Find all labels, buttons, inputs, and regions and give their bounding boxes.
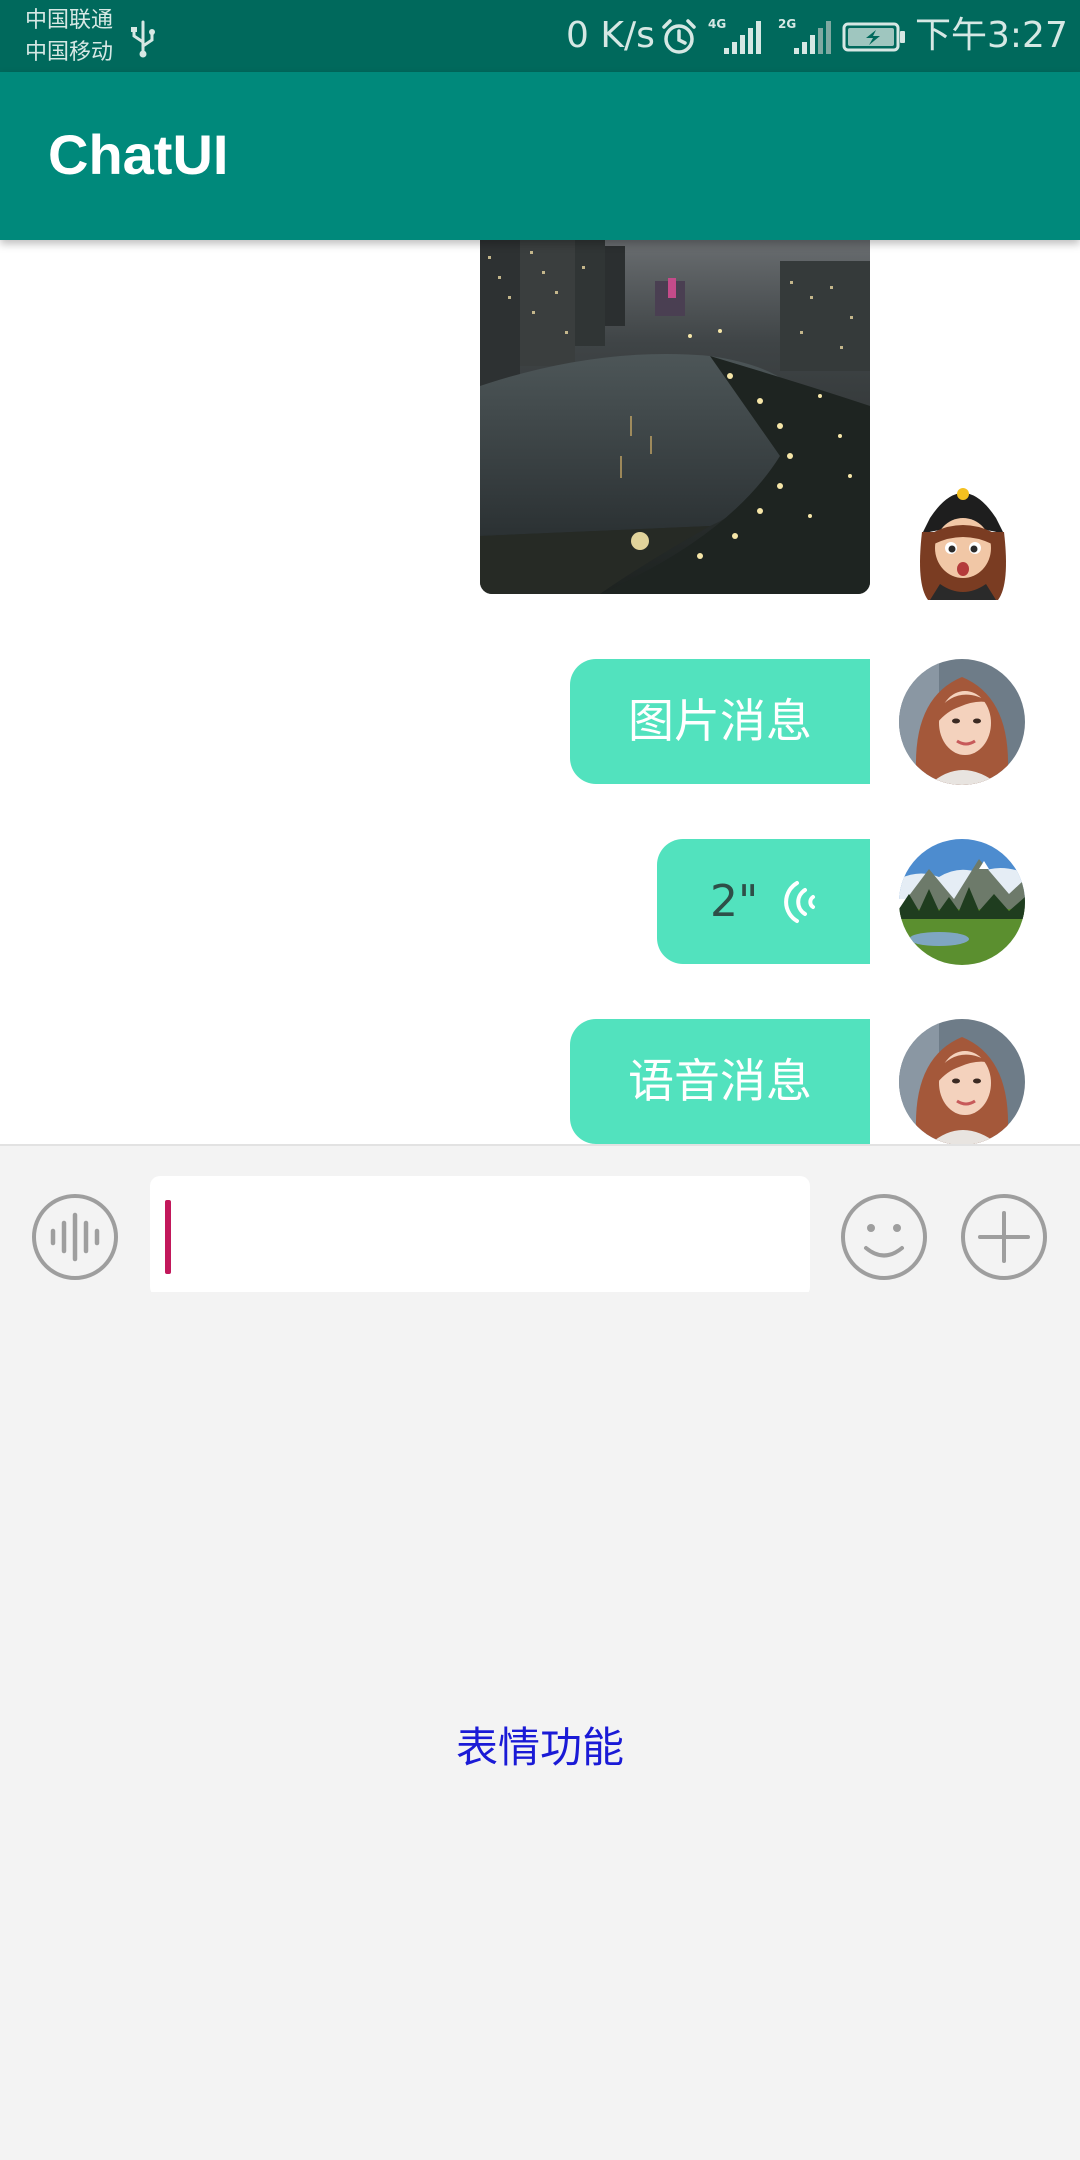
emoji-panel-label: 表情功能 bbox=[455, 1723, 624, 1772]
plus-circle-icon[interactable] bbox=[960, 1193, 1048, 1281]
signal-2g-icon: 2G bbox=[778, 17, 831, 54]
landscape-photo-icon bbox=[899, 839, 1025, 965]
signal-2g-label: 2G bbox=[778, 17, 796, 31]
voice-message-bubble[interactable]: 2" bbox=[657, 839, 870, 964]
message-input-bar bbox=[0, 1144, 1080, 1297]
status-bar: 中国联通 中国移动 0 K/s 4G 2G 下午3:27 bbox=[0, 0, 1080, 72]
emoji-panel: 表情功能 bbox=[0, 1292, 1080, 2160]
emoji-smile-icon[interactable] bbox=[840, 1193, 928, 1281]
carrier-label-1: 中国联通 bbox=[25, 8, 114, 33]
voice-playback-icon bbox=[784, 881, 815, 923]
text-cursor bbox=[165, 1200, 171, 1274]
signal-4g-icon: 4G bbox=[708, 17, 761, 54]
chat-message-list[interactable]: 图片消息 2" 语音消息 bbox=[0, 240, 1080, 1144]
app-bar: ChatUI bbox=[0, 72, 1080, 240]
girl-avatar[interactable] bbox=[899, 659, 1025, 785]
signal-4g-label: 4G bbox=[708, 17, 726, 31]
girl-photo-icon bbox=[899, 659, 1025, 785]
girl-avatar[interactable] bbox=[899, 1019, 1025, 1144]
clock: 下午3:27 bbox=[915, 15, 1068, 56]
landscape-avatar[interactable] bbox=[899, 839, 1025, 965]
voice-duration: 2" bbox=[710, 876, 759, 927]
text-message-bubble[interactable]: 图片消息 bbox=[570, 659, 870, 784]
girl-photo-icon bbox=[899, 1019, 1025, 1144]
message-input[interactable] bbox=[150, 1176, 810, 1297]
app-title: ChatUI bbox=[48, 123, 229, 186]
alarm-icon bbox=[662, 19, 696, 54]
message-text: 图片消息 bbox=[628, 694, 812, 748]
message-text: 语音消息 bbox=[628, 1054, 812, 1108]
screen: 中国联通 中国移动 0 K/s 4G 2G 下午3:27 ChatUI 图片消息… bbox=[0, 0, 1080, 2160]
usb-icon bbox=[131, 20, 155, 58]
cartoon-avatar[interactable] bbox=[900, 474, 1026, 600]
carrier-label-2: 中国移动 bbox=[25, 40, 114, 65]
cartoon-girl-icon bbox=[920, 488, 1006, 600]
night-city-photo bbox=[480, 240, 870, 594]
network-speed: 0 K/s bbox=[566, 15, 655, 56]
image-message-bubble[interactable] bbox=[480, 240, 870, 594]
battery-charging-icon bbox=[842, 22, 905, 52]
text-message-bubble[interactable]: 语音消息 bbox=[570, 1019, 870, 1144]
voice-input-icon[interactable] bbox=[31, 1193, 119, 1281]
